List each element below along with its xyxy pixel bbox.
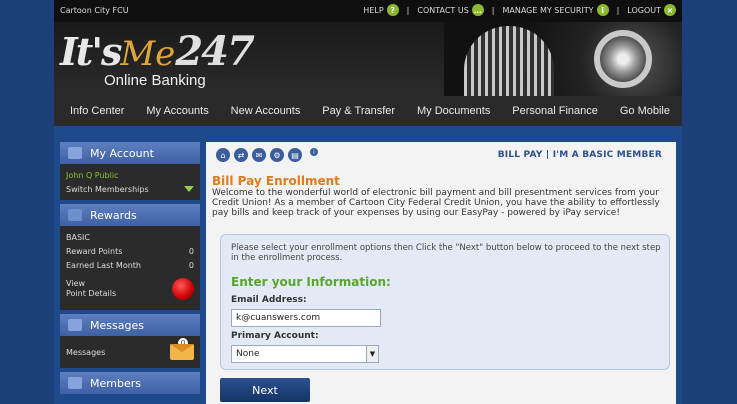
help-icon: ? xyxy=(386,4,399,16)
envelope-icon: 0 xyxy=(170,338,194,360)
sidebar: My Account John Q Public Switch Membersh… xyxy=(60,142,200,394)
user-name: John Q Public xyxy=(66,170,119,180)
mail-icon xyxy=(68,319,82,331)
rewards-box: BASIC Reward Points 0 Earned Last Month 0 … xyxy=(60,226,200,310)
intro-text: Welcome to the wonderful world of electr… xyxy=(212,188,660,218)
form-instructions: Please select your enrollment options th… xyxy=(231,243,661,263)
nav-go-mobile[interactable]: Go Mobile xyxy=(620,105,670,117)
car-grille xyxy=(464,26,554,96)
nav-info-center[interactable]: Info Center xyxy=(70,105,124,117)
main-nav: Info Center My Accounts New Accounts Pay… xyxy=(54,96,682,126)
print-icon[interactable]: ▤ xyxy=(288,148,302,162)
header-car-image xyxy=(444,22,682,96)
primary-account-select[interactable]: None ▼ xyxy=(231,345,379,363)
nav-my-accounts[interactable]: My Accounts xyxy=(146,105,208,117)
reward-points-value: 0 xyxy=(188,246,194,256)
chevron-down-icon: ▼ xyxy=(366,346,378,362)
rewards-header[interactable]: Rewards xyxy=(60,204,200,226)
close-icon: × xyxy=(664,4,676,16)
red-button-icon xyxy=(172,278,194,300)
car-headlamp xyxy=(594,30,652,88)
home-icon[interactable]: ⌂ xyxy=(216,148,230,162)
logo-subtitle: Online Banking xyxy=(104,72,206,89)
top-bar: Cartoon City FCU HELP ? | CONTACT US … |… xyxy=(54,0,682,22)
page: Cartoon City FCU HELP ? | CONTACT US … |… xyxy=(54,0,682,404)
switch-memberships[interactable]: Switch Memberships xyxy=(66,182,194,196)
next-button[interactable]: Next xyxy=(220,378,310,402)
reward-level: BASIC xyxy=(66,232,90,242)
page-title: Bill Pay Enrollment xyxy=(212,174,340,188)
logo[interactable]: It'sMe247 Online Banking xyxy=(60,28,255,89)
nav-new-accounts[interactable]: New Accounts xyxy=(231,105,301,117)
messages-header[interactable]: Messages xyxy=(60,314,200,336)
earned-value: 0 xyxy=(188,260,194,270)
view-point-details[interactable]: View Point Details xyxy=(66,274,194,304)
members-icon xyxy=(68,377,82,389)
email-label: Email Address: xyxy=(231,295,307,305)
contact-us-link[interactable]: CONTACT US … xyxy=(417,4,484,16)
gear-icon[interactable]: ⚙ xyxy=(270,148,284,162)
chevron-right-icon xyxy=(68,209,82,221)
user-icon xyxy=(68,147,82,159)
info-icon: i xyxy=(596,4,609,16)
my-account-box: John Q Public Switch Memberships xyxy=(60,164,200,200)
top-links: HELP ? | CONTACT US … | MANAGE MY SECURI… xyxy=(363,4,676,16)
credit-union-name: Cartoon City FCU xyxy=(60,6,129,15)
account-label: Primary Account: xyxy=(231,331,319,341)
help-link[interactable]: HELP ? xyxy=(363,4,399,16)
form-heading: Enter your Information: xyxy=(231,275,391,289)
enrollment-form: Please select your enrollment options th… xyxy=(220,234,670,370)
email-field[interactable]: k@cuanswers.com xyxy=(231,309,381,327)
header: It'sMe247 Online Banking xyxy=(54,22,682,96)
nav-my-documents[interactable]: My Documents xyxy=(417,105,490,117)
mail-icon[interactable]: ✉ xyxy=(252,148,266,162)
my-account-header[interactable]: My Account xyxy=(60,142,200,164)
members-header[interactable]: Members xyxy=(60,372,200,394)
bill-pay-status: BILL PAY | I'M A BASIC MEMBER xyxy=(497,150,662,160)
messages-box[interactable]: Messages 0 xyxy=(60,336,200,368)
chat-icon: … xyxy=(471,4,484,16)
nav-pay-transfer[interactable]: Pay & Transfer xyxy=(322,105,395,117)
transfer-icon[interactable]: ⇄ xyxy=(234,148,248,162)
manage-security-link[interactable]: MANAGE MY SECURITY i xyxy=(502,4,609,16)
chevron-down-icon xyxy=(184,186,194,192)
toolbar-icons: ⌂ ⇄ ✉ ⚙ ▤ i xyxy=(216,148,318,162)
logout-link[interactable]: LOGOUT × xyxy=(627,4,676,16)
nav-personal-finance[interactable]: Personal Finance xyxy=(512,105,598,117)
content-panel: ⌂ ⇄ ✉ ⚙ ▤ i BILL PAY | I'M A BASIC MEMBE… xyxy=(206,142,676,404)
main-area: My Account John Q Public Switch Membersh… xyxy=(54,126,682,404)
info-icon[interactable]: i xyxy=(310,148,318,156)
